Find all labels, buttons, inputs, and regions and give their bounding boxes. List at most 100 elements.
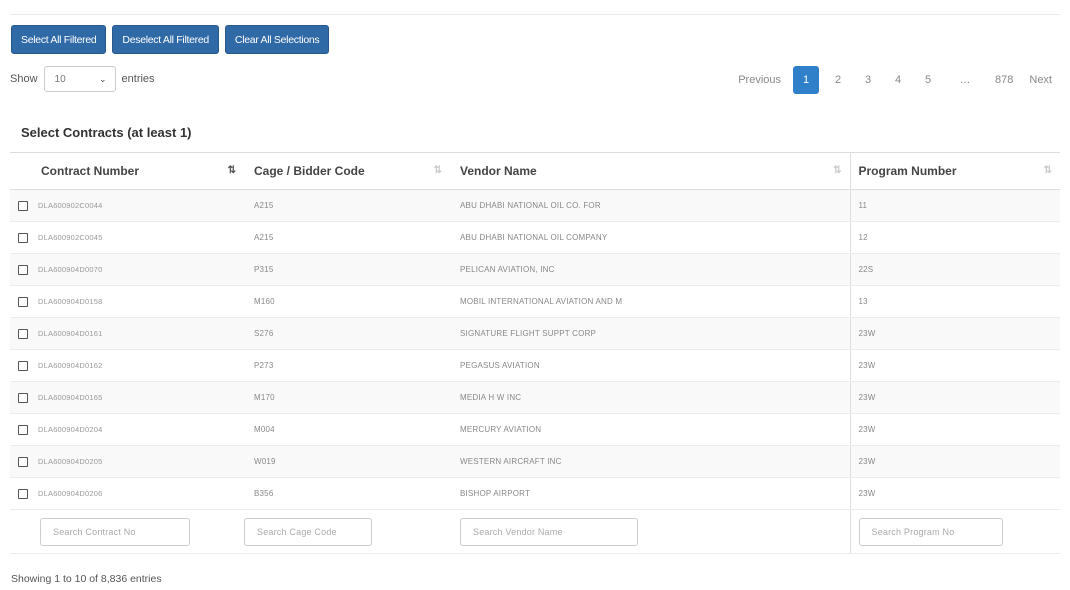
vendor-cell: MEDIA H W INC xyxy=(450,381,850,414)
contract-cell: DLA600904D0165 xyxy=(10,381,244,414)
contract-cell: DLA600904D0206 xyxy=(10,477,244,510)
search-contract-input[interactable]: Search Contract No xyxy=(40,517,190,546)
column-header-vendor[interactable]: Vendor Name ⇅ xyxy=(450,152,850,190)
contracts-page: Select All Filtered Deselect All Filtere… xyxy=(0,0,1070,590)
table-row[interactable]: DLA600902C0045 A215 ABU DHABI NATIONAL OIL… xyxy=(10,221,1060,254)
sort-icon: ⇅ xyxy=(227,165,237,176)
table-row[interactable]: DLA600904D0204 M004 MERCURY AVIATION 23W xyxy=(10,413,1060,446)
pagination-ellipsis: … xyxy=(959,74,971,86)
row-checkbox[interactable] xyxy=(18,232,28,243)
cage-cell: M004 xyxy=(244,413,450,446)
contract-cell: DLA600904D0162 xyxy=(10,349,244,382)
table-row[interactable]: DLA600902C0044 A215 ABU DHABI NATIONAL OIL… xyxy=(10,189,1060,222)
contract-cell: DLA600902C0045 xyxy=(10,221,244,254)
section-title: Select Contracts (at least 1) xyxy=(21,125,192,140)
row-checkbox[interactable] xyxy=(18,488,28,499)
contract-number: DLA600904D0205 xyxy=(38,457,103,466)
cage-cell: P315 xyxy=(244,253,450,286)
page-length-value: 10 xyxy=(54,73,66,85)
contract-cell: DLA600904D0204 xyxy=(10,413,244,446)
contract-cell: DLA600904D0161 xyxy=(10,317,244,350)
cage-cell: M170 xyxy=(244,381,450,414)
contract-number: DLA600904D0161 xyxy=(38,329,103,338)
vendor-cell: WESTERN AIRCRAFT INC xyxy=(450,445,850,478)
table-row[interactable]: DLA600904D0162 P273 PEGASUS AVIATION 23W xyxy=(10,349,1060,382)
column-header-contract[interactable]: Contract Number ⇅ xyxy=(10,152,244,190)
page-length-select[interactable]: 10 ⌄ xyxy=(43,66,116,92)
previous-page-button[interactable]: Previous xyxy=(730,66,789,94)
search-row: Search Contract No Search Cage Code Sear… xyxy=(10,509,1060,554)
row-checkbox[interactable] xyxy=(18,424,28,435)
contract-cell: DLA600902C0044 xyxy=(10,189,244,222)
column-header-cage[interactable]: Cage / Bidder Code ⇅ xyxy=(244,152,450,190)
page-button-1[interactable]: 1 xyxy=(793,66,820,94)
cage-cell: A215 xyxy=(244,221,450,254)
program-cell: 23W xyxy=(849,413,1060,446)
column-header-program[interactable]: Program Number ⇅ xyxy=(849,152,1060,190)
table-row[interactable]: DLA600904D0070 P315 PELICAN AVIATION, INC 2… xyxy=(10,253,1060,286)
contract-number: DLA600902C0045 xyxy=(38,233,103,242)
bulk-actions: Select All Filtered Deselect All Filtere… xyxy=(11,25,330,54)
contract-number: DLA600904D0162 xyxy=(38,361,103,370)
row-checkbox[interactable] xyxy=(18,360,28,371)
search-program-input[interactable]: Search Program No xyxy=(858,517,1003,546)
contract-number: DLA600904D0204 xyxy=(38,425,103,434)
sort-icon: ⇅ xyxy=(833,165,842,176)
row-checkbox[interactable] xyxy=(18,328,28,339)
program-cell: 23W xyxy=(849,477,1060,510)
table-header-row: Contract Number ⇅ Cage / Bidder Code ⇅ V… xyxy=(10,152,1060,190)
chevron-down-icon: ⌄ xyxy=(98,73,107,84)
program-cell: 23W xyxy=(849,317,1060,350)
row-checkbox[interactable] xyxy=(18,200,28,211)
contract-number: DLA600904D0165 xyxy=(38,393,103,402)
contract-cell: DLA600904D0158 xyxy=(10,285,244,318)
table-row[interactable]: DLA600904D0165 M170 MEDIA H W INC 23W xyxy=(10,381,1060,414)
table-row[interactable]: DLA600904D0205 W019 WESTERN AIRCRAFT INC 23… xyxy=(10,445,1060,478)
contract-number: DLA600902C0044 xyxy=(38,201,103,210)
contract-cell: DLA600904D0070 xyxy=(10,253,244,286)
deselect-all-filtered-button[interactable]: Deselect All Filtered xyxy=(112,25,219,54)
page-button-3[interactable]: 3 xyxy=(853,66,883,94)
row-checkbox[interactable] xyxy=(18,392,28,403)
contract-number: DLA600904D0158 xyxy=(38,297,103,306)
page-length-control: Show 10 ⌄ entries xyxy=(10,66,155,92)
show-label: Show xyxy=(10,73,38,85)
search-vendor-input[interactable]: Search Vendor Name xyxy=(460,517,638,546)
cage-cell: A215 xyxy=(244,189,450,222)
program-cell: 23W xyxy=(849,445,1060,478)
contract-number: DLA600904D0206 xyxy=(38,489,103,498)
sort-icon: ⇅ xyxy=(433,165,443,176)
program-cell: 22S xyxy=(849,253,1060,286)
program-cell: 13 xyxy=(849,285,1060,318)
page-button-5[interactable]: 5 xyxy=(913,66,943,94)
vendor-cell: PELICAN AVIATION, INC xyxy=(450,253,850,286)
clear-all-selections-button[interactable]: Clear All Selections xyxy=(224,25,330,54)
page-button-4[interactable]: 4 xyxy=(883,66,913,94)
page-button-last[interactable]: 878 xyxy=(987,66,1021,94)
vendor-cell: MOBIL INTERNATIONAL AVIATION AND M xyxy=(450,285,850,318)
contracts-table: Contract Number ⇅ Cage / Bidder Code ⇅ V… xyxy=(10,152,1060,554)
table-row[interactable]: DLA600904D0206 B356 BISHOP AIRPORT 23W xyxy=(10,477,1060,510)
vendor-cell: ABU DHABI NATIONAL OIL CO. FOR xyxy=(450,189,850,222)
sort-icon: ⇅ xyxy=(1043,165,1053,176)
entries-label: entries xyxy=(121,73,155,85)
cage-cell: W019 xyxy=(244,445,450,478)
contract-cell: DLA600904D0205 xyxy=(10,445,244,478)
search-cage-input[interactable]: Search Cage Code xyxy=(244,517,372,546)
row-checkbox[interactable] xyxy=(18,456,28,467)
table-row[interactable]: DLA600904D0158 M160 MOBIL INTERNATIONAL AV… xyxy=(10,285,1060,318)
contract-number: DLA600904D0070 xyxy=(38,265,103,274)
row-checkbox[interactable] xyxy=(18,264,28,275)
program-cell: 23W xyxy=(849,349,1060,382)
vendor-cell: PEGASUS AVIATION xyxy=(450,349,850,382)
cage-cell: B356 xyxy=(244,477,450,510)
table-info: Showing 1 to 10 of 8,836 entries xyxy=(11,573,162,585)
next-page-button[interactable]: Next xyxy=(1021,66,1060,94)
row-checkbox[interactable] xyxy=(18,296,28,307)
page-button-2[interactable]: 2 xyxy=(823,66,853,94)
select-all-filtered-button[interactable]: Select All Filtered xyxy=(11,25,107,54)
program-cell: 11 xyxy=(849,189,1060,222)
pagination: Previous 1 2 3 4 5 … 878 Next xyxy=(730,66,1060,94)
program-cell: 23W xyxy=(849,381,1060,414)
table-row[interactable]: DLA600904D0161 S276 SIGNATURE FLIGHT SUPPT… xyxy=(10,317,1060,350)
